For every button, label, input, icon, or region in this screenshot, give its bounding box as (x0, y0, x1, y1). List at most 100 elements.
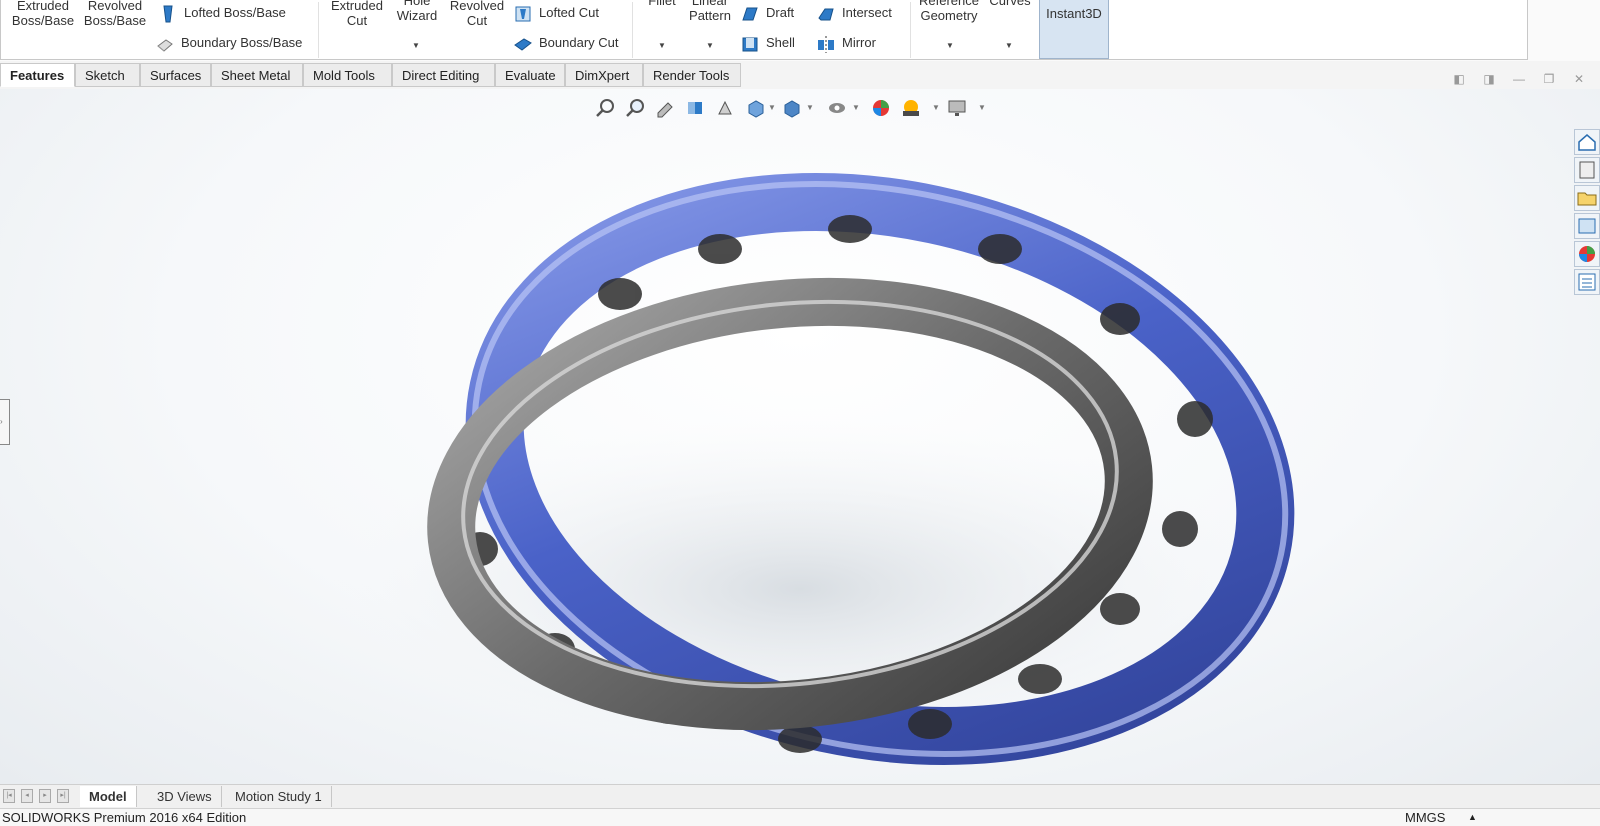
curves-dropdown-icon[interactable]: ▼ (1005, 41, 1013, 50)
lofted-boss-icon (163, 5, 173, 23)
tab-label: Motion Study 1 (235, 789, 322, 804)
intersect-button[interactable]: Intersect (816, 1, 892, 25)
extruded-boss-button[interactable]: Extruded Boss/Base (10, 0, 76, 28)
revolved-cut-button[interactable]: Revolved Cut (448, 0, 506, 28)
first-tab-icon[interactable]: |◂ (3, 789, 15, 803)
hole-wizard-dropdown-icon[interactable]: ▼ (412, 41, 420, 50)
tab-label: Evaluate (505, 68, 556, 83)
tab-label: DimXpert (575, 68, 630, 83)
extruded-boss-label-2: Boss/Base (11, 13, 75, 28)
bearing-model[interactable] (0, 89, 1600, 784)
design-library-icon[interactable] (1574, 157, 1600, 183)
reference-geometry-label-1: Reference (919, 0, 979, 8)
fillet-label: Fillet (648, 0, 676, 8)
tab-features[interactable]: Features (0, 63, 75, 87)
tab-dimxpert[interactable]: DimXpert (565, 63, 643, 87)
boundary-cut-icon (514, 37, 532, 51)
boundary-cut-button[interactable]: Boundary Cut (513, 31, 619, 55)
tab-label: Direct Editing (402, 68, 480, 83)
revolved-boss-label-2: Boss/Base (83, 13, 147, 28)
tab-label: 3D Views (157, 789, 212, 804)
command-manager-tabs: Features Sketch Surfaces Sheet Metal Mol… (0, 61, 1600, 89)
tab-label: Surfaces (150, 68, 202, 83)
last-tab-icon[interactable]: ▸| (57, 789, 69, 803)
mirror-button[interactable]: Mirror (816, 31, 876, 55)
revolved-cut-label-2: Cut (466, 13, 488, 28)
lofted-cut-button[interactable]: Lofted Cut (513, 1, 599, 25)
appearances-icon[interactable] (1574, 241, 1600, 267)
fillet-dropdown-icon[interactable]: ▼ (658, 41, 666, 50)
tab-label: Sheet Metal (221, 68, 291, 83)
unit-system-selector[interactable]: MMGS (1405, 809, 1445, 826)
revolved-cut-label-1: Revolved (449, 0, 505, 13)
restore-icon[interactable]: ❐ (1540, 70, 1558, 88)
linear-pattern-label-2: Pattern (689, 8, 731, 23)
lofted-boss-button[interactable]: Lofted Boss/Base (158, 1, 286, 25)
ribbon-separator (318, 2, 319, 58)
tab-sheet-metal[interactable]: Sheet Metal (211, 63, 303, 87)
unit-system-caret-icon[interactable]: ▲ (1468, 809, 1477, 826)
linear-pattern-dropdown-icon[interactable]: ▼ (706, 41, 714, 50)
extruded-cut-button[interactable]: Extruded Cut (324, 0, 390, 28)
view-palette-icon[interactable] (1574, 213, 1600, 239)
draft-button[interactable]: Draft (740, 1, 794, 25)
tab-label: Features (10, 68, 65, 83)
reference-geometry-dropdown-icon[interactable]: ▼ (946, 41, 954, 50)
tab-label: Mold Tools (313, 68, 375, 83)
ribbon-separator (632, 2, 633, 58)
command-manager-ribbon: Extruded Boss/Base Revolved Boss/Base Lo… (0, 0, 1600, 62)
status-bar: SOLIDWORKS Premium 2016 x64 Edition MMGS… (0, 808, 1600, 826)
boundary-boss-button[interactable]: Boundary Boss/Base (155, 31, 302, 55)
tab-sketch[interactable]: Sketch (75, 63, 140, 87)
lofted-cut-icon (515, 6, 531, 22)
shell-icon (742, 37, 758, 52)
model-view-tabs: |◂ ◂ ▸ ▸| Model 3D Views Motion Study 1 (0, 784, 1600, 809)
tab-evaluate[interactable]: Evaluate (495, 63, 565, 87)
linear-pattern-button[interactable]: Linear Pattern (684, 0, 736, 23)
panel-right-icon[interactable]: ◨ (1480, 70, 1498, 88)
tab-motion-study-1[interactable]: Motion Study 1 (226, 786, 332, 807)
hole-wizard-label-1: Hole (403, 0, 431, 8)
tab-label: Model (89, 789, 127, 804)
boundary-boss-icon (157, 38, 173, 52)
hole-wizard-button[interactable]: Hole Wizard (389, 0, 445, 23)
tab-label: Render Tools (653, 68, 730, 83)
tab-3d-views[interactable]: 3D Views (148, 786, 222, 807)
instant3d-label: Instant3D (1046, 6, 1102, 21)
close-icon[interactable]: ✕ (1570, 70, 1588, 88)
task-pane-tabs (1574, 129, 1600, 297)
reference-geometry-button[interactable]: Reference Geometry (914, 0, 984, 23)
shell-button[interactable]: Shell (740, 31, 795, 55)
hole-wizard-label-2: Wizard (396, 8, 438, 23)
edition-label: SOLIDWORKS Premium 2016 x64 Edition (2, 810, 247, 825)
prev-tab-icon[interactable]: ◂ (21, 789, 33, 803)
revolved-boss-label-1: Revolved (87, 0, 143, 13)
file-explorer-icon[interactable] (1574, 185, 1600, 211)
custom-properties-icon[interactable] (1574, 269, 1600, 295)
tab-surfaces[interactable]: Surfaces (140, 63, 211, 87)
home-icon[interactable] (1574, 129, 1600, 155)
minimize-icon[interactable]: — (1510, 70, 1528, 88)
extruded-boss-label-1: Extruded (16, 0, 70, 13)
instant3d-button[interactable]: Instant3D (1039, 0, 1109, 59)
tab-direct-editing[interactable]: Direct Editing (392, 63, 495, 87)
tab-mold-tools[interactable]: Mold Tools (303, 63, 392, 87)
tab-model[interactable]: Model (80, 786, 137, 807)
shell-label: Shell (766, 35, 795, 50)
curves-button[interactable]: Curves (986, 0, 1034, 8)
mirror-label: Mirror (842, 35, 876, 50)
mirror-icon (818, 35, 834, 53)
feature-manager-collapse-handle[interactable]: › (0, 399, 10, 445)
tab-render-tools[interactable]: Render Tools (643, 63, 741, 87)
fillet-button[interactable]: Fillet (642, 0, 682, 8)
reference-geometry-label-2: Geometry (920, 8, 978, 23)
draft-icon (742, 7, 758, 21)
curves-label: Curves (989, 0, 1031, 8)
lofted-boss-label: Lofted Boss/Base (184, 5, 286, 20)
graphics-area[interactable]: ▼ ▼ ▼ ▼ ▼ › (0, 89, 1600, 784)
next-tab-icon[interactable]: ▸ (39, 789, 51, 803)
boundary-boss-label: Boundary Boss/Base (181, 35, 303, 50)
lofted-cut-label: Lofted Cut (539, 5, 599, 20)
revolved-boss-button[interactable]: Revolved Boss/Base (82, 0, 148, 28)
panel-left-icon[interactable]: ◧ (1450, 70, 1468, 88)
